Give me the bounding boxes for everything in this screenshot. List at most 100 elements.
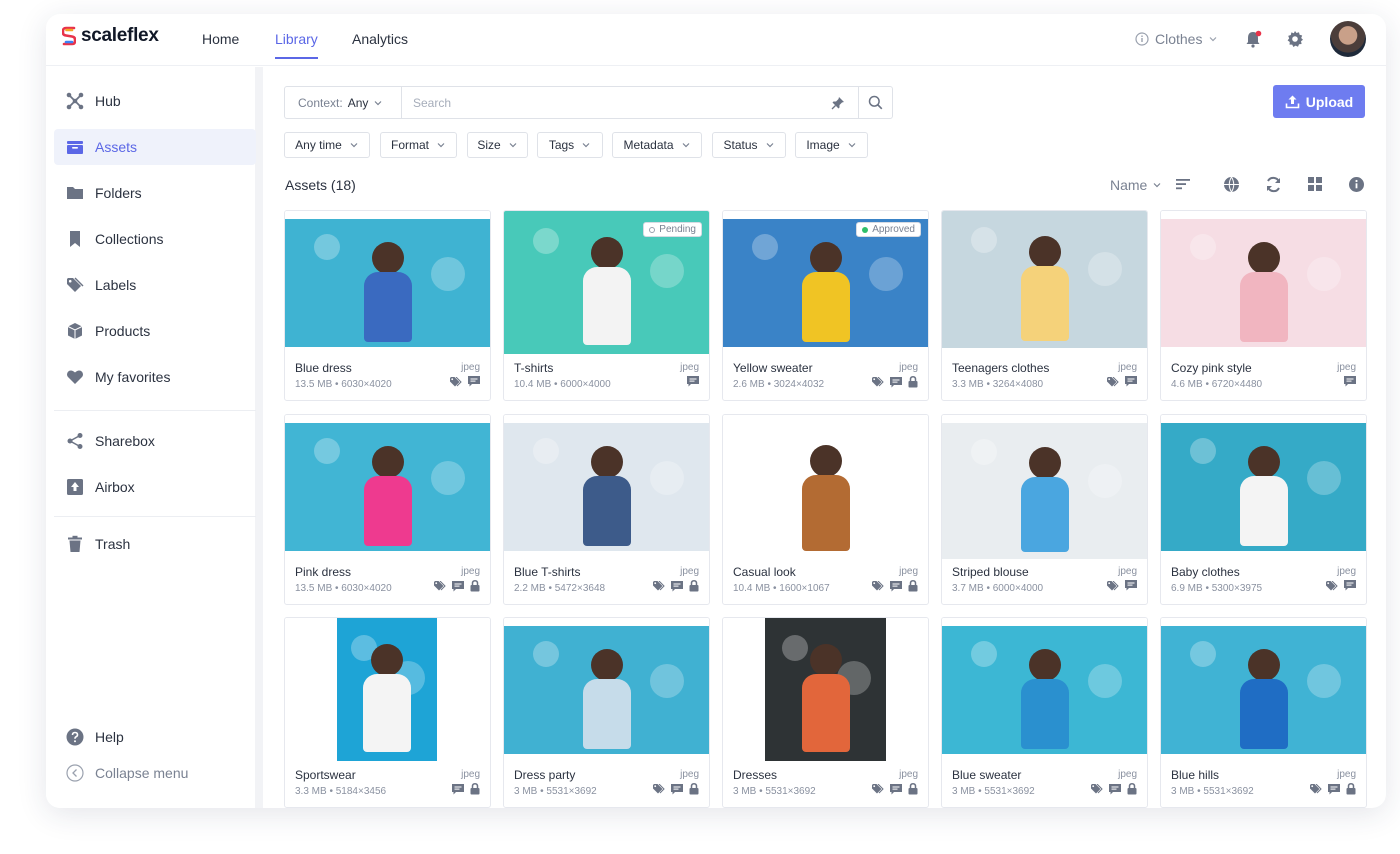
comment-icon[interactable] bbox=[468, 376, 480, 387]
help-link[interactable]: Help bbox=[54, 719, 256, 755]
asset-card[interactable]: Dress party jpeg 3 MB • 5531×3692 bbox=[503, 617, 710, 808]
tag-icon[interactable] bbox=[872, 784, 884, 794]
asset-card[interactable]: Teenagers clothes jpeg 3.3 MB • 3264×408… bbox=[941, 210, 1148, 401]
asset-thumbnail[interactable] bbox=[285, 618, 490, 761]
asset-name[interactable]: Blue hills bbox=[1171, 768, 1219, 782]
lock-icon[interactable] bbox=[908, 783, 918, 795]
tag-icon[interactable] bbox=[1091, 784, 1103, 794]
pin-icon[interactable] bbox=[831, 96, 845, 110]
refresh-icon[interactable] bbox=[1265, 176, 1282, 193]
sidebar-item-trash[interactable]: Trash bbox=[54, 526, 256, 562]
asset-card[interactable]: Pink dress jpeg 13.5 MB • 6030×4020 bbox=[284, 414, 491, 605]
asset-card[interactable]: Yellow sweater jpeg 2.6 MB • 3024×4032 A… bbox=[722, 210, 929, 401]
tag-icon[interactable] bbox=[1326, 580, 1338, 591]
asset-thumbnail[interactable] bbox=[504, 618, 709, 761]
comment-icon[interactable] bbox=[1125, 376, 1137, 387]
comment-icon[interactable] bbox=[687, 376, 699, 387]
asset-name[interactable]: Yellow sweater bbox=[733, 361, 813, 375]
tag-icon[interactable] bbox=[1310, 784, 1322, 794]
filter-image[interactable]: Image bbox=[795, 132, 868, 158]
asset-card[interactable]: T-shirts jpeg 10.4 MB • 6000×4000 Pendin… bbox=[503, 210, 710, 401]
tag-icon[interactable] bbox=[653, 784, 665, 794]
asset-thumbnail[interactable] bbox=[942, 415, 1147, 559]
notification-bell-icon[interactable] bbox=[1245, 30, 1262, 48]
comment-icon[interactable] bbox=[1125, 580, 1137, 591]
asset-name[interactable]: Pink dress bbox=[295, 565, 351, 579]
comment-icon[interactable] bbox=[1328, 783, 1340, 795]
sidebar-item-assets[interactable]: Assets bbox=[54, 129, 256, 165]
asset-card[interactable]: Blue sweater jpeg 3 MB • 5531×3692 bbox=[941, 617, 1148, 808]
asset-card[interactable]: Blue hills jpeg 3 MB • 5531×3692 bbox=[1160, 617, 1367, 808]
asset-thumbnail[interactable] bbox=[504, 415, 709, 558]
filter-any-time[interactable]: Any time bbox=[284, 132, 370, 158]
asset-name[interactable]: Striped blouse bbox=[952, 565, 1029, 579]
brand-logo[interactable]: scaleflex bbox=[62, 25, 159, 47]
asset-thumbnail[interactable] bbox=[1161, 211, 1366, 354]
asset-name[interactable]: Blue dress bbox=[295, 361, 352, 375]
context-selector[interactable]: Clothes bbox=[1135, 31, 1218, 47]
sidebar-item-airbox[interactable]: Airbox bbox=[54, 469, 256, 505]
asset-card[interactable]: Blue T-shirts jpeg 2.2 MB • 5472×3648 bbox=[503, 414, 710, 605]
nav-home[interactable]: Home bbox=[202, 31, 239, 47]
comment-icon[interactable] bbox=[890, 580, 902, 592]
lock-icon[interactable] bbox=[1127, 783, 1137, 795]
asset-name[interactable]: Dress party bbox=[514, 768, 575, 782]
search-button[interactable] bbox=[858, 87, 892, 118]
comment-icon[interactable] bbox=[452, 783, 464, 795]
sidebar-item-sharebox[interactable]: Sharebox bbox=[54, 423, 256, 459]
tag-icon[interactable] bbox=[653, 581, 665, 591]
asset-name[interactable]: Sportswear bbox=[295, 768, 356, 782]
asset-name[interactable]: Blue T-shirts bbox=[514, 565, 580, 579]
comment-icon[interactable] bbox=[1109, 783, 1121, 795]
asset-thumbnail[interactable] bbox=[723, 618, 928, 761]
filter-format[interactable]: Format bbox=[380, 132, 457, 158]
tag-icon[interactable] bbox=[434, 581, 446, 591]
asset-name[interactable]: Blue sweater bbox=[952, 768, 1021, 782]
asset-card[interactable]: Blue dress jpeg 13.5 MB • 6030×4020 bbox=[284, 210, 491, 401]
lock-icon[interactable] bbox=[908, 580, 918, 592]
asset-thumbnail[interactable] bbox=[1161, 415, 1366, 558]
comment-icon[interactable] bbox=[671, 580, 683, 592]
sort-order-icon[interactable] bbox=[1175, 176, 1191, 192]
filter-metadata[interactable]: Metadata bbox=[612, 132, 702, 158]
tag-icon[interactable] bbox=[450, 376, 462, 387]
filter-size[interactable]: Size bbox=[467, 132, 528, 158]
asset-thumbnail[interactable] bbox=[1161, 618, 1366, 761]
sidebar-item-labels[interactable]: Labels bbox=[54, 267, 256, 303]
grid-view-icon[interactable] bbox=[1307, 176, 1323, 192]
tag-icon[interactable] bbox=[872, 377, 884, 387]
sidebar-item-folders[interactable]: Folders bbox=[54, 175, 256, 211]
nav-library[interactable]: Library bbox=[275, 31, 318, 47]
globe-icon[interactable] bbox=[1223, 176, 1240, 193]
lock-icon[interactable] bbox=[470, 580, 480, 592]
user-avatar[interactable] bbox=[1330, 21, 1366, 57]
asset-thumbnail[interactable] bbox=[942, 211, 1147, 354]
comment-icon[interactable] bbox=[452, 580, 464, 592]
sidebar-item-hub[interactable]: Hub bbox=[54, 83, 256, 119]
comment-icon[interactable] bbox=[671, 783, 683, 795]
sidebar-item-collections[interactable]: Collections bbox=[54, 221, 256, 257]
lock-icon[interactable] bbox=[470, 783, 480, 795]
asset-name[interactable]: Baby clothes bbox=[1171, 565, 1240, 579]
filter-status[interactable]: Status bbox=[712, 132, 786, 158]
sidebar-item-favorites[interactable]: My favorites bbox=[54, 359, 256, 395]
asset-card[interactable]: Sportswear jpeg 3.3 MB • 5184×3456 bbox=[284, 617, 491, 808]
asset-thumbnail[interactable] bbox=[285, 211, 490, 354]
tag-icon[interactable] bbox=[1107, 376, 1119, 387]
sidebar-item-products[interactable]: Products bbox=[54, 313, 256, 349]
tag-icon[interactable] bbox=[1107, 580, 1119, 591]
comment-icon[interactable] bbox=[1344, 376, 1356, 387]
comment-icon[interactable] bbox=[1344, 580, 1356, 591]
asset-card[interactable]: Baby clothes jpeg 6.9 MB • 5300×3975 bbox=[1160, 414, 1367, 605]
collapse-menu-button[interactable]: Collapse menu bbox=[54, 755, 256, 791]
info-panel-icon[interactable] bbox=[1348, 176, 1365, 193]
lock-icon[interactable] bbox=[908, 376, 918, 388]
asset-name[interactable]: Casual look bbox=[733, 565, 796, 579]
search-input[interactable] bbox=[402, 87, 831, 118]
asset-name[interactable]: T-shirts bbox=[514, 361, 553, 375]
asset-card[interactable]: Casual look jpeg 10.4 MB • 1600×1067 bbox=[722, 414, 929, 605]
sort-dropdown[interactable]: Name bbox=[1110, 177, 1162, 193]
asset-name[interactable]: Teenagers clothes bbox=[952, 361, 1049, 375]
settings-gear-icon[interactable] bbox=[1286, 30, 1304, 48]
context-dropdown[interactable]: Context: Any bbox=[285, 87, 402, 118]
